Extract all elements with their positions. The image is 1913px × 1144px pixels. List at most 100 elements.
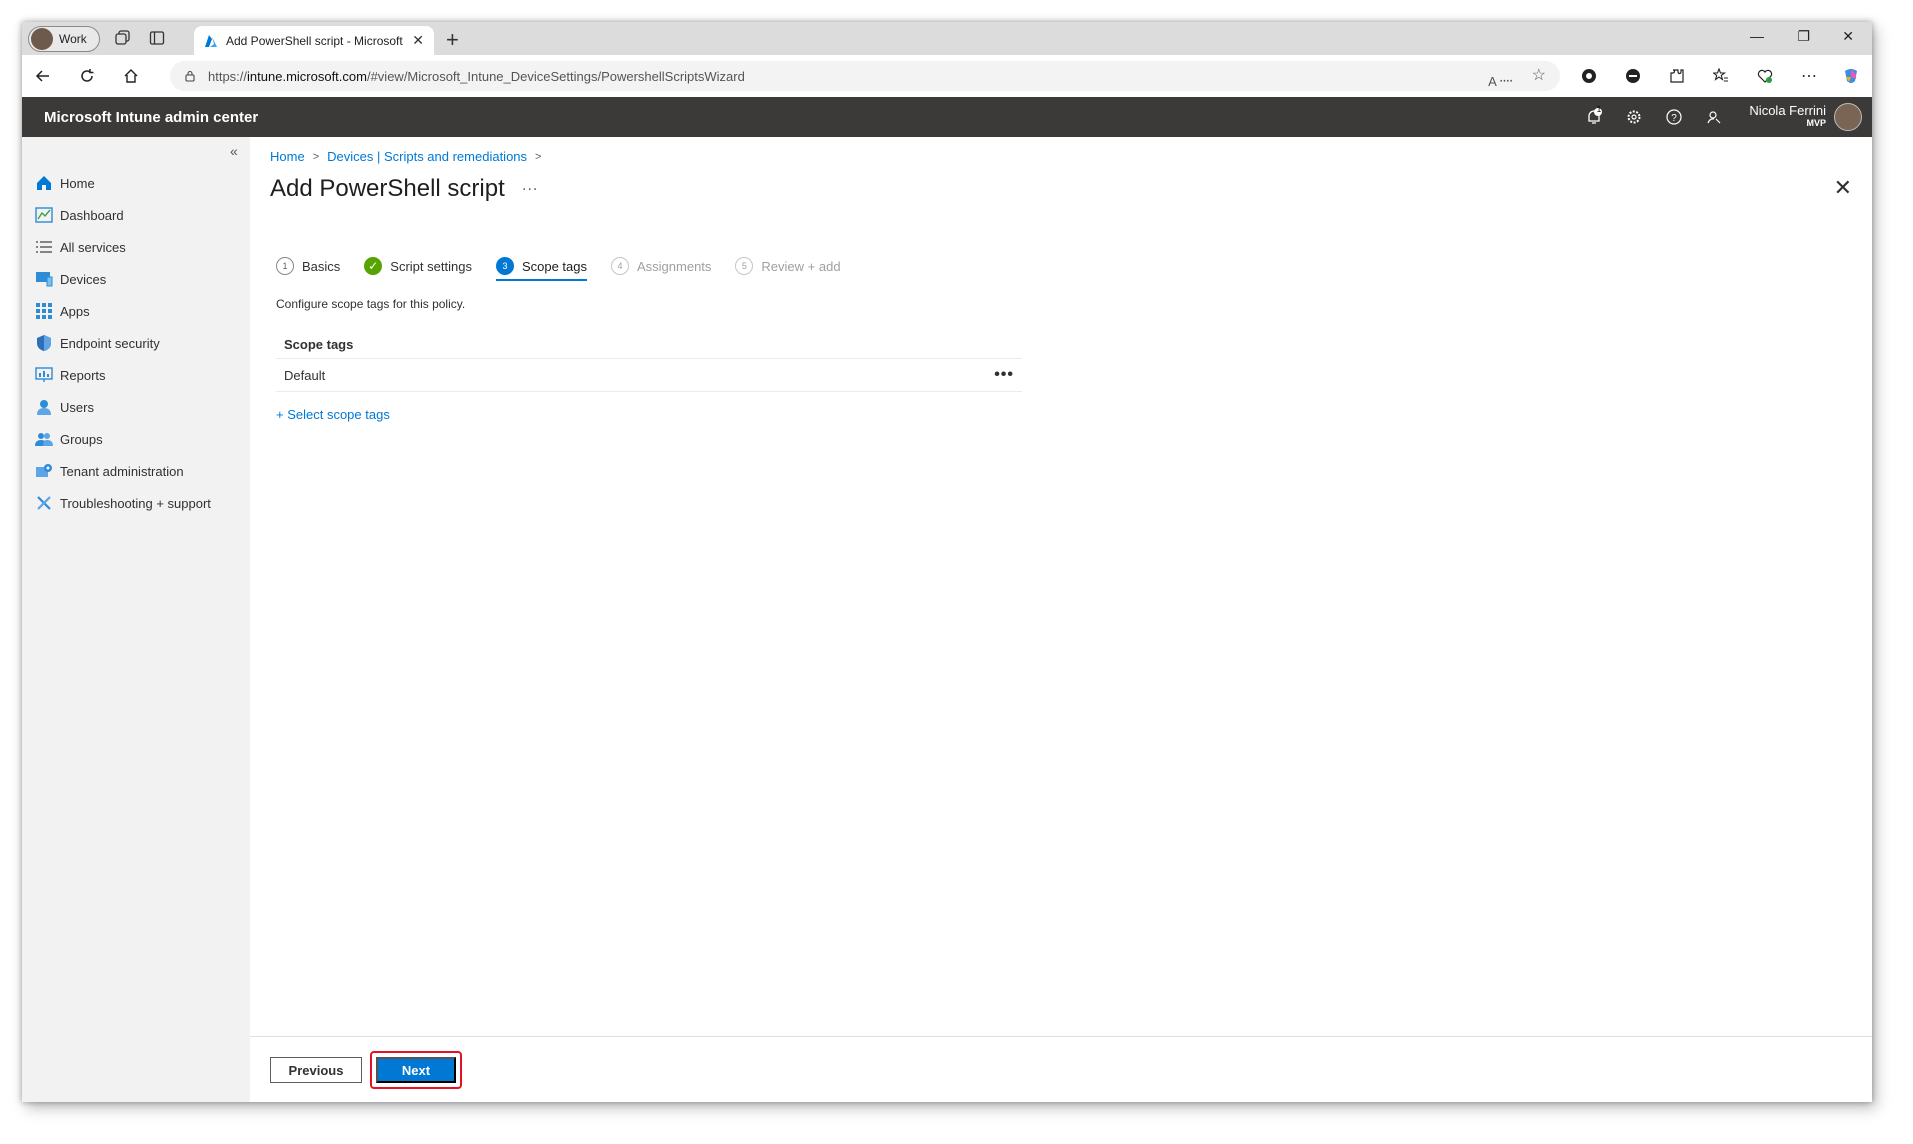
sidebar-item-label: Groups xyxy=(60,431,103,447)
breadcrumb-home[interactable]: Home xyxy=(270,149,305,164)
user-avatar[interactable] xyxy=(1834,103,1862,131)
step-label: Assignments xyxy=(637,258,712,274)
sidebar-item-reports[interactable]: Reports xyxy=(34,359,211,391)
previous-button[interactable]: Previous xyxy=(270,1057,362,1083)
extension-block-icon[interactable] xyxy=(1622,65,1644,87)
sidebar-item-dashboard[interactable]: Dashboard xyxy=(34,199,211,231)
page-title: Add PowerShell script xyxy=(270,175,505,202)
sidebar-item-users[interactable]: Users xyxy=(34,391,211,423)
row-more-icon[interactable]: ••• xyxy=(994,366,1014,384)
step-number: 1 xyxy=(276,257,294,275)
step-label: Scope tags xyxy=(521,258,587,274)
tab-title: Add PowerShell script - Microsoft xyxy=(226,33,403,48)
sidebar-item-all-services[interactable]: All services xyxy=(34,231,211,263)
tab-scope-tags[interactable]: 3 Scope tags xyxy=(495,257,588,281)
dashboard-icon xyxy=(34,205,54,225)
chevron-right-icon: > xyxy=(535,150,542,163)
chevron-right-icon: > xyxy=(312,150,320,163)
sidebar-item-apps[interactable]: Apps xyxy=(34,295,211,327)
user-icon xyxy=(34,397,54,417)
sidebar-item-endpoint-security[interactable]: Endpoint security xyxy=(34,327,211,359)
extensions-icon[interactable] xyxy=(1666,65,1688,87)
browser-window: Work Add PowerShell script - Microsoft ✕… xyxy=(22,22,1872,1102)
home-browser-icon[interactable] xyxy=(120,65,142,87)
user-account[interactable]: Nicola Ferrini MVP xyxy=(1749,103,1826,128)
tools-icon xyxy=(34,493,54,513)
refresh-icon[interactable] xyxy=(76,65,98,87)
browser-tab-active[interactable]: Add PowerShell script - Microsoft ✕ xyxy=(194,26,434,55)
lock-icon[interactable] xyxy=(184,70,196,82)
azure-favicon-icon xyxy=(205,34,217,47)
step-label: Script settings xyxy=(390,258,472,274)
page-more-icon[interactable]: ... xyxy=(522,177,538,195)
favorites-icon[interactable] xyxy=(1710,65,1732,87)
sidebar-item-label: Endpoint security xyxy=(60,335,160,351)
groups-icon xyxy=(34,429,54,449)
sidebar-item-tenant-administration[interactable]: Tenant administration xyxy=(34,455,211,487)
table-header: Scope tags xyxy=(276,333,1022,359)
vertical-tabs-icon[interactable] xyxy=(148,29,166,47)
breadcrumb: Home > Devices | Scripts and remediation… xyxy=(270,149,549,164)
app-brand[interactable]: Microsoft Intune admin center xyxy=(44,109,258,126)
sidebar-item-label: Tenant administration xyxy=(60,463,184,479)
workspaces-icon[interactable] xyxy=(114,29,132,47)
profile-avatar xyxy=(31,28,53,50)
copilot-icon[interactable] xyxy=(1840,65,1862,87)
step-number: 5 xyxy=(735,257,754,275)
feedback-icon[interactable] xyxy=(1704,107,1724,127)
breadcrumb-scripts[interactable]: Devices | Scripts and remediations xyxy=(327,149,527,164)
home-icon xyxy=(34,173,54,193)
tab-script-settings[interactable]: ✓ Script settings xyxy=(364,257,472,281)
help-icon[interactable]: ? xyxy=(1664,107,1684,127)
step-label: Basics xyxy=(302,258,341,274)
address-bar[interactable]: https://intune.microsoft.com/#view/Micro… xyxy=(170,61,1560,91)
tab-basics[interactable]: 1 Basics xyxy=(276,257,340,281)
back-icon[interactable] xyxy=(32,65,54,87)
favorite-star-icon[interactable]: ☆ xyxy=(1532,65,1546,85)
tenant-icon xyxy=(34,461,54,481)
tab-close-icon[interactable]: ✕ xyxy=(412,32,424,49)
sidebar-item-troubleshooting[interactable]: Troubleshooting + support xyxy=(34,487,211,519)
devices-icon xyxy=(34,269,54,289)
restore-icon[interactable]: ❐ xyxy=(1797,28,1810,45)
user-name: Nicola Ferrini xyxy=(1749,103,1826,118)
minimize-icon[interactable]: — xyxy=(1750,28,1764,44)
extension-vpn-icon[interactable] xyxy=(1578,65,1600,87)
apps-icon xyxy=(34,301,54,321)
tab-review-add: 5 Review + add xyxy=(735,257,841,281)
settings-more-icon[interactable]: ⋯ xyxy=(1798,65,1820,87)
read-aloud-icon[interactable]: A᠁ xyxy=(1488,67,1512,90)
sidebar-item-label: Devices xyxy=(60,271,107,287)
notification-count: 1 xyxy=(1596,105,1602,114)
app-header: Microsoft Intune admin center 1 ? Nicola… xyxy=(22,97,1872,137)
step-number: 4 xyxy=(611,257,629,275)
reports-icon xyxy=(34,365,54,385)
step-label: Review + add xyxy=(761,258,841,274)
tab-strip: Work Add PowerShell script - Microsoft ✕… xyxy=(22,22,1872,55)
notifications-bell-icon[interactable]: 1 xyxy=(1584,105,1604,127)
collapse-sidebar-icon[interactable]: « xyxy=(230,143,238,159)
sidebar-item-groups[interactable]: Groups xyxy=(34,423,211,455)
sidebar-item-devices[interactable]: Devices xyxy=(34,263,211,295)
select-scope-tags-link[interactable]: + Select scope tags xyxy=(276,407,390,422)
sidebar-item-label: Users xyxy=(60,399,94,415)
url-text: https://intune.microsoft.com/#view/Micro… xyxy=(208,69,745,84)
url-prefix: https:// xyxy=(208,68,248,84)
step-number: 3 xyxy=(495,257,514,275)
profile-button[interactable]: Work xyxy=(28,26,100,52)
sidebar-item-label: Troubleshooting + support xyxy=(60,495,211,511)
sidebar-item-home[interactable]: Home xyxy=(34,167,211,199)
sidebar-nav: Home Dashboard All services Devices Apps… xyxy=(34,167,211,519)
svg-text:?: ? xyxy=(1671,113,1677,124)
close-icon[interactable]: ✕ xyxy=(1834,175,1852,201)
profile-label: Work xyxy=(59,32,87,46)
sidebar-item-label: All services xyxy=(60,239,126,255)
sidebar-item-label: Reports xyxy=(60,367,106,383)
settings-gear-icon[interactable] xyxy=(1624,107,1644,127)
browser-essentials-icon[interactable] xyxy=(1754,65,1776,87)
main-content: Home > Devices | Scripts and remediation… xyxy=(250,137,1872,1102)
checkmark-icon: ✓ xyxy=(364,257,383,275)
new-tab-icon[interactable]: + xyxy=(446,27,459,53)
close-window-icon[interactable]: ✕ xyxy=(1842,28,1854,45)
user-badge: MVP xyxy=(1806,118,1826,128)
